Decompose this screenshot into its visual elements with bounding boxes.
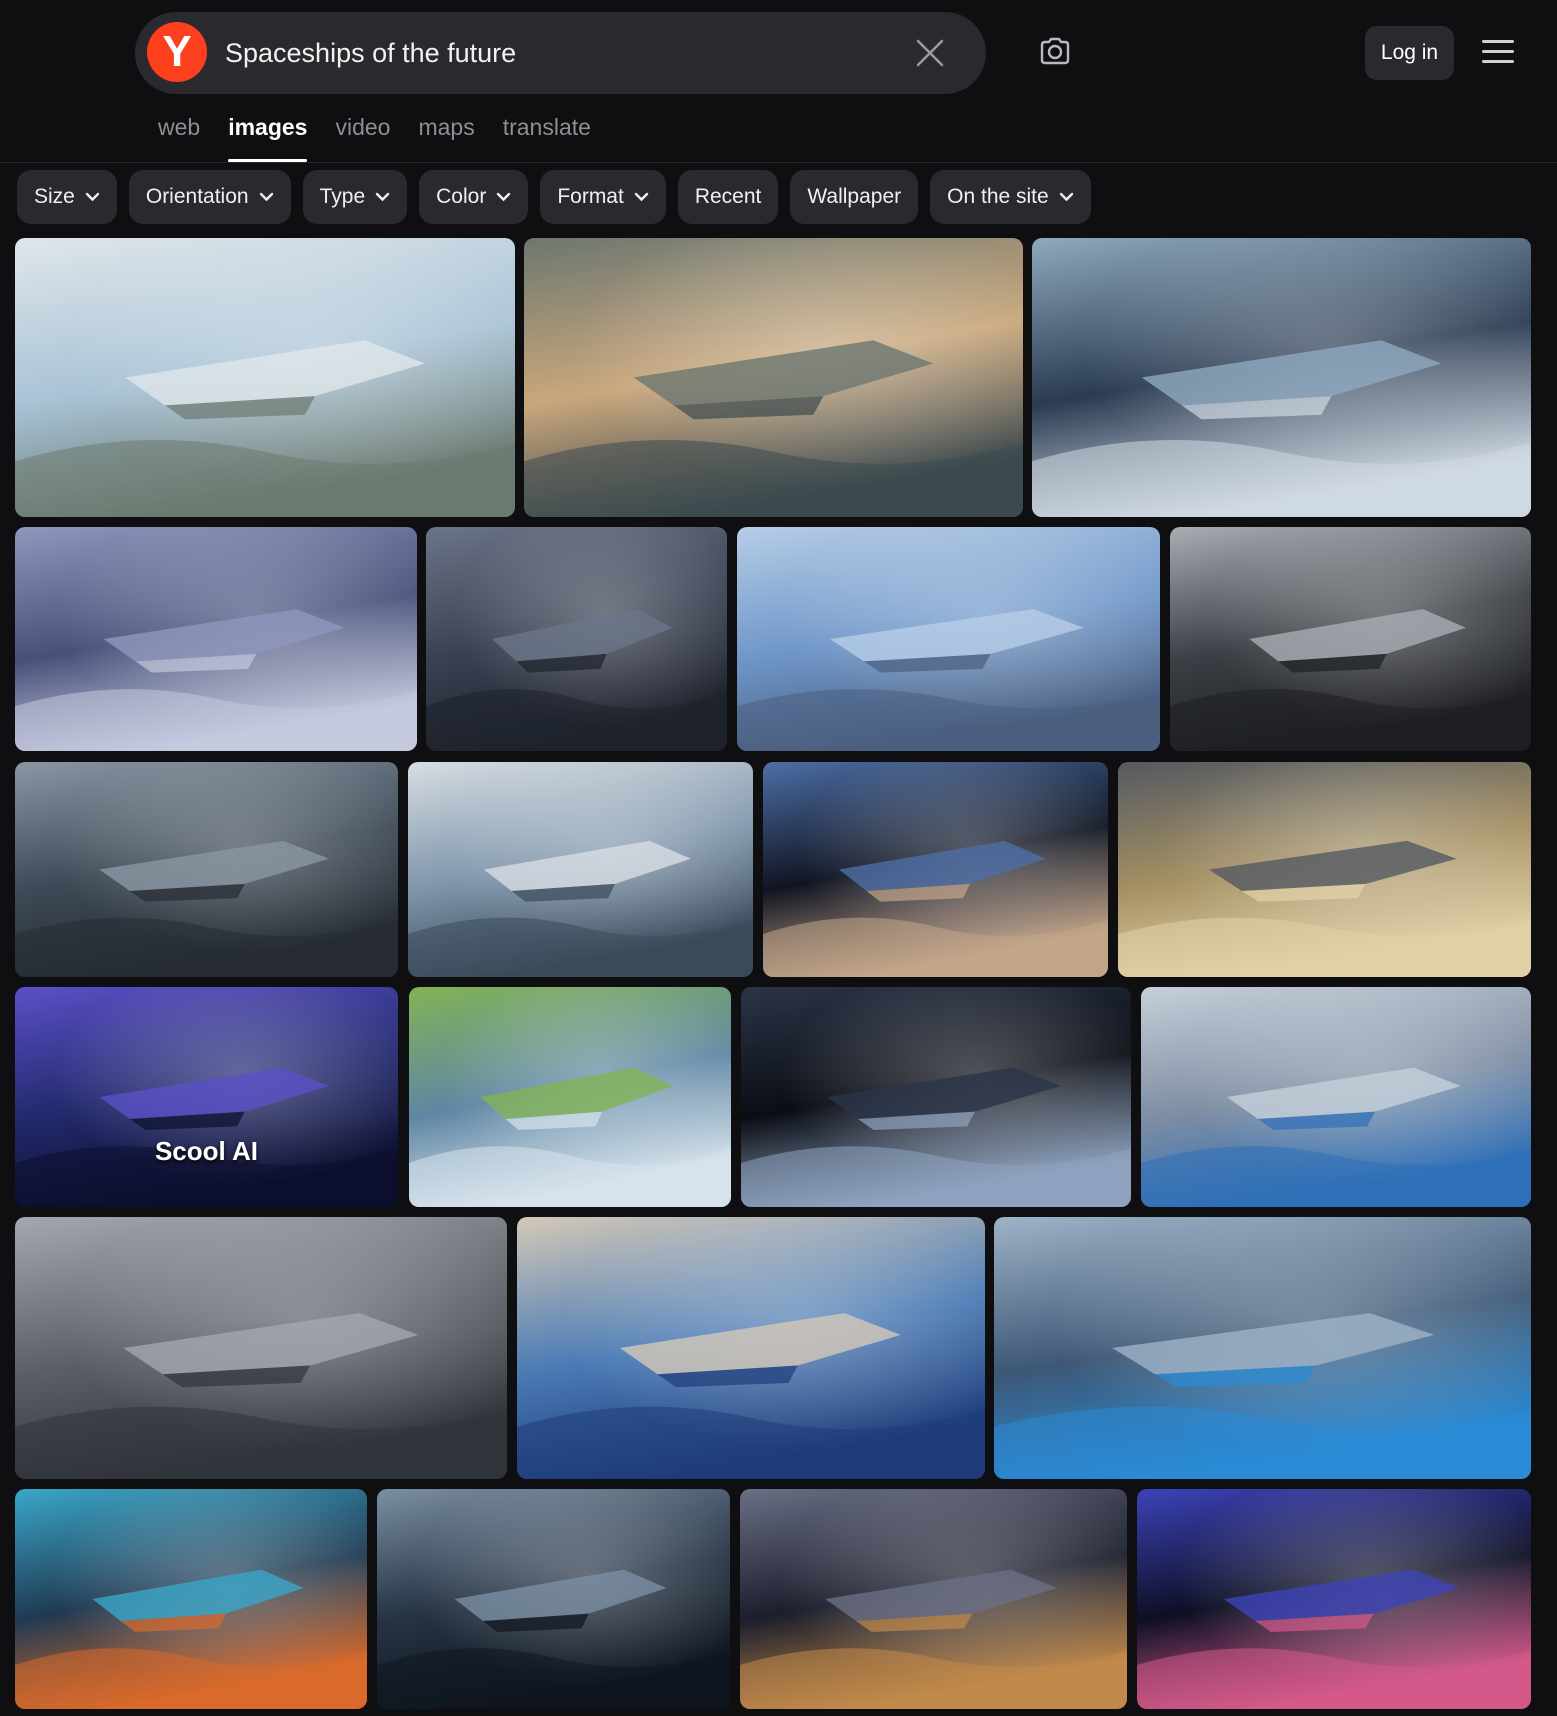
image-result[interactable] bbox=[15, 238, 515, 517]
search-bar[interactable]: Y Spaceships of the future bbox=[135, 12, 986, 94]
hamburger-menu-icon[interactable] bbox=[1482, 40, 1514, 66]
filter-label: Type bbox=[319, 185, 366, 208]
image-result[interactable] bbox=[524, 238, 1023, 517]
thumbnail-image bbox=[763, 762, 1108, 977]
filter-label: Recent bbox=[694, 185, 762, 208]
filter-label: Format bbox=[557, 185, 624, 208]
tab-images[interactable]: images bbox=[228, 108, 308, 162]
filter-on-the-site[interactable]: On the site bbox=[930, 170, 1091, 224]
thumbnail-image bbox=[737, 527, 1160, 751]
thumbnail-image bbox=[524, 238, 1023, 517]
image-result[interactable] bbox=[377, 1489, 730, 1709]
filter-label: Size bbox=[34, 185, 75, 208]
tab-maps[interactable]: maps bbox=[418, 108, 474, 162]
yandex-logo[interactable]: Y bbox=[147, 22, 207, 82]
thumbnail-image bbox=[426, 527, 727, 751]
tab-video[interactable]: video bbox=[335, 108, 390, 162]
thumbnail-image bbox=[517, 1217, 985, 1479]
image-result[interactable] bbox=[15, 1489, 367, 1709]
image-result[interactable] bbox=[517, 1217, 985, 1479]
thumbnail-image bbox=[377, 1489, 730, 1709]
filter-label: Color bbox=[436, 185, 487, 208]
chevron-down-icon bbox=[1059, 192, 1073, 202]
image-result[interactable] bbox=[741, 987, 1131, 1207]
image-result[interactable]: Scool AI bbox=[15, 987, 398, 1207]
login-button[interactable]: Log in bbox=[1365, 26, 1454, 80]
filter-label: Orientation bbox=[145, 185, 249, 208]
search-input[interactable]: Spaceships of the future bbox=[225, 12, 516, 94]
filter-type[interactable]: Type bbox=[302, 170, 408, 224]
thumbnail-image bbox=[1137, 1489, 1531, 1709]
filter-label: On the site bbox=[947, 185, 1049, 208]
thumbnail-image bbox=[741, 987, 1131, 1207]
thumbnail-image bbox=[15, 527, 417, 751]
filter-wallpaper[interactable]: Wallpaper bbox=[790, 170, 919, 224]
thumbnail-image bbox=[1118, 762, 1531, 977]
chevron-down-icon bbox=[85, 192, 100, 202]
thumbnail-image bbox=[408, 762, 753, 977]
chevron-down-icon bbox=[259, 192, 273, 202]
header: Y Spaceships of the future Log in web ima… bbox=[0, 0, 1557, 163]
image-result[interactable] bbox=[15, 762, 398, 977]
logo-letter: Y bbox=[162, 27, 192, 76]
filter-label: Wallpaper bbox=[807, 185, 902, 208]
filter-size[interactable]: Size bbox=[17, 170, 117, 224]
thumbnail-image bbox=[1141, 987, 1531, 1207]
image-result[interactable] bbox=[763, 762, 1108, 977]
search-tabs: web images video maps translate bbox=[158, 108, 619, 162]
filter-orientation[interactable]: Orientation bbox=[128, 170, 291, 224]
image-result[interactable] bbox=[1032, 238, 1531, 517]
thumbnail-image bbox=[1032, 238, 1531, 517]
image-result[interactable] bbox=[408, 762, 753, 977]
tab-web[interactable]: web bbox=[158, 108, 200, 162]
thumbnail-image bbox=[740, 1489, 1127, 1709]
filter-color[interactable]: Color bbox=[419, 170, 529, 224]
filter-format[interactable]: Format bbox=[540, 170, 666, 224]
image-result[interactable] bbox=[426, 527, 727, 751]
image-result[interactable] bbox=[1118, 762, 1531, 977]
tab-translate[interactable]: translate bbox=[503, 108, 591, 162]
thumbnail-image bbox=[15, 238, 515, 517]
filter-bar: Size Orientation Type Color Format Recent Wall… bbox=[17, 170, 1103, 224]
thumbnail-image bbox=[994, 1217, 1531, 1479]
image-result[interactable] bbox=[1137, 1489, 1531, 1709]
image-result[interactable] bbox=[1141, 987, 1531, 1207]
thumbnail-image bbox=[409, 987, 731, 1207]
thumbnail-image bbox=[15, 1217, 507, 1479]
filter-recent[interactable]: Recent bbox=[677, 170, 779, 224]
chevron-down-icon bbox=[375, 192, 390, 202]
image-result[interactable] bbox=[15, 527, 417, 751]
image-result[interactable] bbox=[15, 1217, 507, 1479]
thumbnail-image bbox=[15, 1489, 367, 1709]
thumbnail-image bbox=[15, 987, 398, 1207]
image-result[interactable] bbox=[740, 1489, 1127, 1709]
chevron-down-icon bbox=[497, 192, 511, 202]
thumbnail-image bbox=[1170, 527, 1531, 751]
image-result[interactable] bbox=[994, 1217, 1531, 1479]
camera-icon[interactable] bbox=[1038, 34, 1072, 68]
image-result[interactable] bbox=[409, 987, 731, 1207]
chevron-down-icon bbox=[634, 192, 649, 202]
close-icon[interactable] bbox=[915, 38, 945, 68]
image-result[interactable] bbox=[737, 527, 1160, 751]
watermark-text: Scool AI bbox=[154, 1136, 259, 1167]
thumbnail-image bbox=[15, 762, 398, 977]
image-result[interactable] bbox=[1170, 527, 1531, 751]
